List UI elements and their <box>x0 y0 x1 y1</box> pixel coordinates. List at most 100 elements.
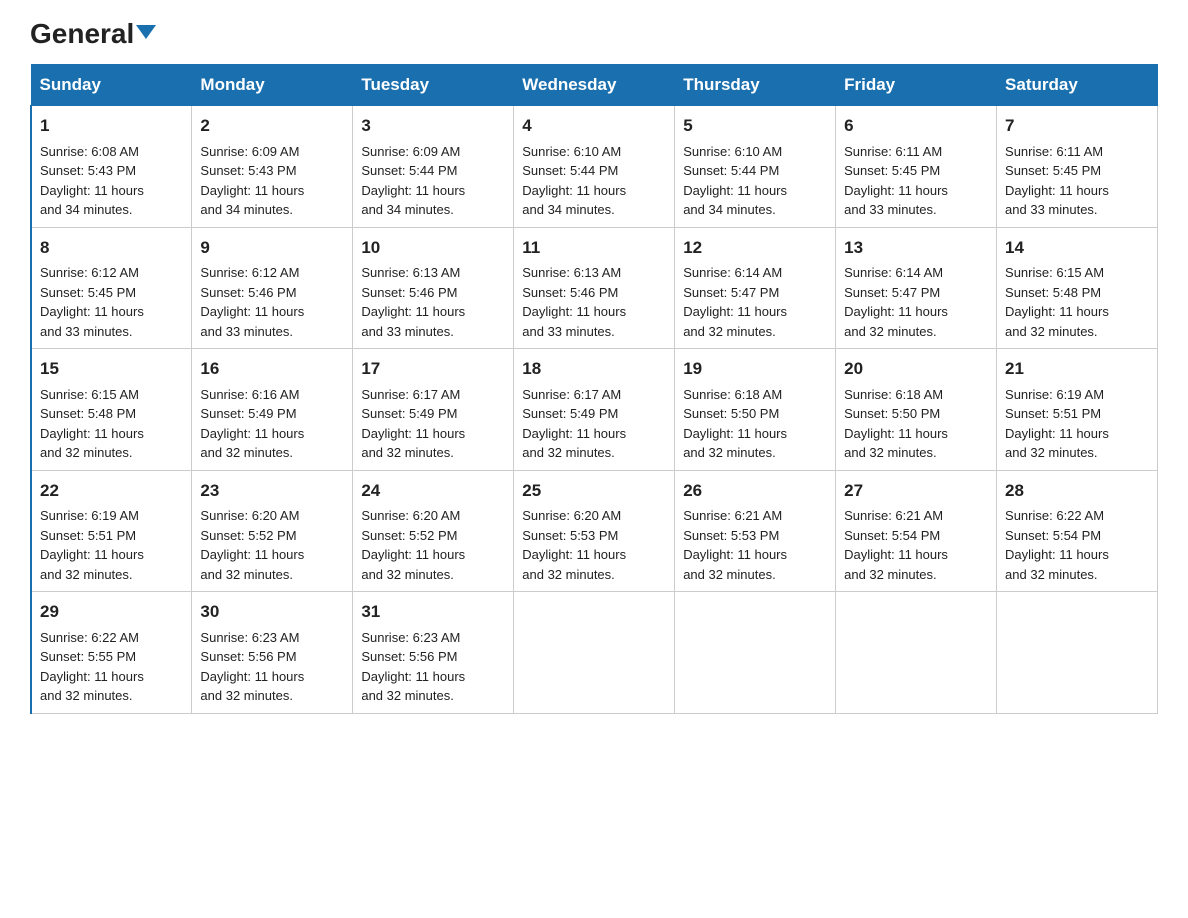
day-info: Sunrise: 6:22 AMSunset: 5:55 PMDaylight:… <box>40 630 144 704</box>
logo: General <box>30 20 156 46</box>
day-info: Sunrise: 6:13 AMSunset: 5:46 PMDaylight:… <box>522 265 626 339</box>
day-info: Sunrise: 6:23 AMSunset: 5:56 PMDaylight:… <box>200 630 304 704</box>
day-number: 5 <box>683 113 827 139</box>
day-cell: 7 Sunrise: 6:11 AMSunset: 5:45 PMDayligh… <box>997 106 1158 228</box>
day-cell: 28 Sunrise: 6:22 AMSunset: 5:54 PMDaylig… <box>997 470 1158 592</box>
day-cell: 23 Sunrise: 6:20 AMSunset: 5:52 PMDaylig… <box>192 470 353 592</box>
day-info: Sunrise: 6:17 AMSunset: 5:49 PMDaylight:… <box>361 387 465 461</box>
day-cell: 21 Sunrise: 6:19 AMSunset: 5:51 PMDaylig… <box>997 349 1158 471</box>
day-number: 12 <box>683 235 827 261</box>
day-cell: 30 Sunrise: 6:23 AMSunset: 5:56 PMDaylig… <box>192 592 353 714</box>
day-info: Sunrise: 6:20 AMSunset: 5:53 PMDaylight:… <box>522 508 626 582</box>
week-row-5: 29 Sunrise: 6:22 AMSunset: 5:55 PMDaylig… <box>31 592 1158 714</box>
day-number: 20 <box>844 356 988 382</box>
day-cell: 10 Sunrise: 6:13 AMSunset: 5:46 PMDaylig… <box>353 227 514 349</box>
day-cell: 15 Sunrise: 6:15 AMSunset: 5:48 PMDaylig… <box>31 349 192 471</box>
day-number: 4 <box>522 113 666 139</box>
day-info: Sunrise: 6:12 AMSunset: 5:45 PMDaylight:… <box>40 265 144 339</box>
day-number: 31 <box>361 599 505 625</box>
day-info: Sunrise: 6:16 AMSunset: 5:49 PMDaylight:… <box>200 387 304 461</box>
day-info: Sunrise: 6:21 AMSunset: 5:53 PMDaylight:… <box>683 508 787 582</box>
day-number: 30 <box>200 599 344 625</box>
day-cell <box>514 592 675 714</box>
day-info: Sunrise: 6:19 AMSunset: 5:51 PMDaylight:… <box>1005 387 1109 461</box>
week-row-3: 15 Sunrise: 6:15 AMSunset: 5:48 PMDaylig… <box>31 349 1158 471</box>
day-number: 25 <box>522 478 666 504</box>
day-cell: 3 Sunrise: 6:09 AMSunset: 5:44 PMDayligh… <box>353 106 514 228</box>
day-info: Sunrise: 6:22 AMSunset: 5:54 PMDaylight:… <box>1005 508 1109 582</box>
day-cell: 13 Sunrise: 6:14 AMSunset: 5:47 PMDaylig… <box>836 227 997 349</box>
day-info: Sunrise: 6:10 AMSunset: 5:44 PMDaylight:… <box>522 144 626 218</box>
day-cell: 20 Sunrise: 6:18 AMSunset: 5:50 PMDaylig… <box>836 349 997 471</box>
day-number: 1 <box>40 113 183 139</box>
day-number: 23 <box>200 478 344 504</box>
day-number: 15 <box>40 356 183 382</box>
day-number: 21 <box>1005 356 1149 382</box>
day-number: 11 <box>522 235 666 261</box>
day-number: 10 <box>361 235 505 261</box>
day-number: 13 <box>844 235 988 261</box>
day-info: Sunrise: 6:14 AMSunset: 5:47 PMDaylight:… <box>683 265 787 339</box>
day-cell <box>836 592 997 714</box>
day-info: Sunrise: 6:20 AMSunset: 5:52 PMDaylight:… <box>200 508 304 582</box>
day-number: 3 <box>361 113 505 139</box>
logo-triangle-icon <box>136 25 156 39</box>
day-number: 17 <box>361 356 505 382</box>
day-cell: 2 Sunrise: 6:09 AMSunset: 5:43 PMDayligh… <box>192 106 353 228</box>
day-cell: 18 Sunrise: 6:17 AMSunset: 5:49 PMDaylig… <box>514 349 675 471</box>
header-cell-friday: Friday <box>836 65 997 106</box>
day-info: Sunrise: 6:11 AMSunset: 5:45 PMDaylight:… <box>1005 144 1109 218</box>
day-info: Sunrise: 6:08 AMSunset: 5:43 PMDaylight:… <box>40 144 144 218</box>
day-info: Sunrise: 6:15 AMSunset: 5:48 PMDaylight:… <box>1005 265 1109 339</box>
day-info: Sunrise: 6:12 AMSunset: 5:46 PMDaylight:… <box>200 265 304 339</box>
day-number: 18 <box>522 356 666 382</box>
calendar-body: 1 Sunrise: 6:08 AMSunset: 5:43 PMDayligh… <box>31 106 1158 714</box>
day-number: 6 <box>844 113 988 139</box>
day-cell: 22 Sunrise: 6:19 AMSunset: 5:51 PMDaylig… <box>31 470 192 592</box>
day-cell: 27 Sunrise: 6:21 AMSunset: 5:54 PMDaylig… <box>836 470 997 592</box>
day-number: 8 <box>40 235 183 261</box>
day-cell: 5 Sunrise: 6:10 AMSunset: 5:44 PMDayligh… <box>675 106 836 228</box>
day-cell <box>675 592 836 714</box>
day-number: 22 <box>40 478 183 504</box>
day-cell: 6 Sunrise: 6:11 AMSunset: 5:45 PMDayligh… <box>836 106 997 228</box>
day-cell: 11 Sunrise: 6:13 AMSunset: 5:46 PMDaylig… <box>514 227 675 349</box>
header-cell-monday: Monday <box>192 65 353 106</box>
day-info: Sunrise: 6:19 AMSunset: 5:51 PMDaylight:… <box>40 508 144 582</box>
day-number: 16 <box>200 356 344 382</box>
day-info: Sunrise: 6:09 AMSunset: 5:44 PMDaylight:… <box>361 144 465 218</box>
day-cell: 25 Sunrise: 6:20 AMSunset: 5:53 PMDaylig… <box>514 470 675 592</box>
day-cell: 8 Sunrise: 6:12 AMSunset: 5:45 PMDayligh… <box>31 227 192 349</box>
calendar-header: SundayMondayTuesdayWednesdayThursdayFrid… <box>31 65 1158 106</box>
day-number: 7 <box>1005 113 1149 139</box>
day-cell <box>997 592 1158 714</box>
day-cell: 16 Sunrise: 6:16 AMSunset: 5:49 PMDaylig… <box>192 349 353 471</box>
day-cell: 4 Sunrise: 6:10 AMSunset: 5:44 PMDayligh… <box>514 106 675 228</box>
day-number: 2 <box>200 113 344 139</box>
page-header: General <box>30 20 1158 46</box>
day-info: Sunrise: 6:11 AMSunset: 5:45 PMDaylight:… <box>844 144 948 218</box>
day-info: Sunrise: 6:18 AMSunset: 5:50 PMDaylight:… <box>844 387 948 461</box>
day-info: Sunrise: 6:14 AMSunset: 5:47 PMDaylight:… <box>844 265 948 339</box>
header-cell-wednesday: Wednesday <box>514 65 675 106</box>
week-row-1: 1 Sunrise: 6:08 AMSunset: 5:43 PMDayligh… <box>31 106 1158 228</box>
day-cell: 24 Sunrise: 6:20 AMSunset: 5:52 PMDaylig… <box>353 470 514 592</box>
day-info: Sunrise: 6:20 AMSunset: 5:52 PMDaylight:… <box>361 508 465 582</box>
day-info: Sunrise: 6:18 AMSunset: 5:50 PMDaylight:… <box>683 387 787 461</box>
day-cell: 12 Sunrise: 6:14 AMSunset: 5:47 PMDaylig… <box>675 227 836 349</box>
day-number: 26 <box>683 478 827 504</box>
week-row-4: 22 Sunrise: 6:19 AMSunset: 5:51 PMDaylig… <box>31 470 1158 592</box>
day-info: Sunrise: 6:23 AMSunset: 5:56 PMDaylight:… <box>361 630 465 704</box>
day-number: 24 <box>361 478 505 504</box>
day-cell: 9 Sunrise: 6:12 AMSunset: 5:46 PMDayligh… <box>192 227 353 349</box>
logo-text: General <box>30 20 156 48</box>
day-cell: 26 Sunrise: 6:21 AMSunset: 5:53 PMDaylig… <box>675 470 836 592</box>
header-cell-saturday: Saturday <box>997 65 1158 106</box>
day-number: 27 <box>844 478 988 504</box>
day-number: 14 <box>1005 235 1149 261</box>
day-cell: 17 Sunrise: 6:17 AMSunset: 5:49 PMDaylig… <box>353 349 514 471</box>
day-number: 19 <box>683 356 827 382</box>
day-cell: 1 Sunrise: 6:08 AMSunset: 5:43 PMDayligh… <box>31 106 192 228</box>
calendar-table: SundayMondayTuesdayWednesdayThursdayFrid… <box>30 64 1158 714</box>
day-cell: 31 Sunrise: 6:23 AMSunset: 5:56 PMDaylig… <box>353 592 514 714</box>
